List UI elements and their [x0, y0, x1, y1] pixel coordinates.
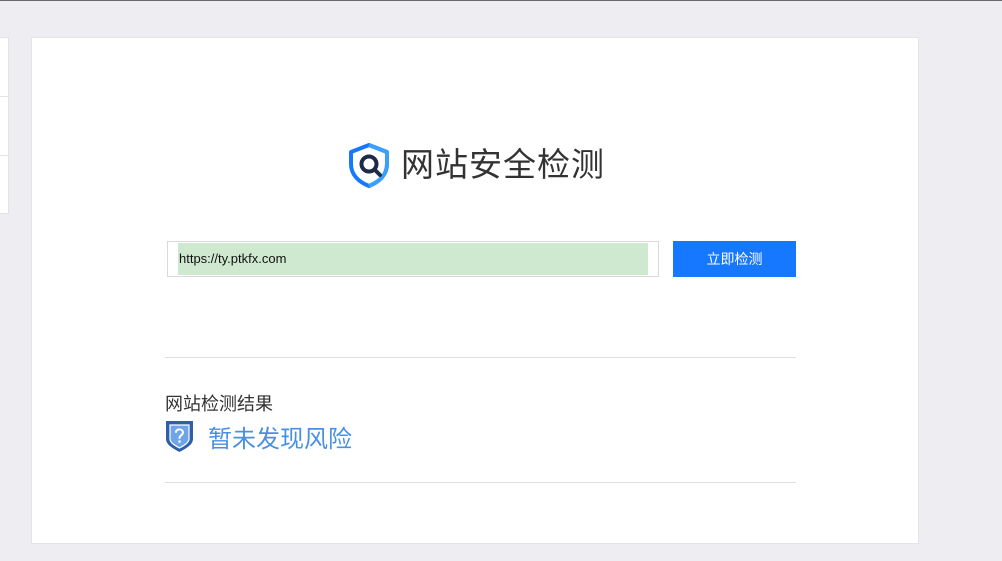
result-status-row: 暂未发现风险 — [165, 419, 352, 453]
page-title: 网站安全检测 — [401, 146, 605, 183]
divider-top — [165, 357, 796, 358]
left-panel-divider — [0, 155, 9, 156]
scan-now-button[interactable]: 立即检测 — [673, 241, 796, 277]
url-input-value: https://ty.ptkfx.com — [179, 251, 287, 266]
url-input[interactable]: https://ty.ptkfx.com — [178, 243, 648, 275]
shield-question-icon — [166, 421, 193, 452]
divider-bottom — [165, 482, 796, 483]
result-status-text: 暂未发现风险 — [208, 425, 352, 453]
left-panel-divider — [0, 96, 9, 97]
page-header: 网站安全检测 — [347, 142, 605, 188]
shield-search-icon — [349, 143, 389, 188]
url-input-field[interactable]: https://ty.ptkfx.com — [167, 241, 659, 277]
window-top-border — [0, 0, 1002, 1]
result-section-label: 网站检测结果 — [165, 394, 273, 414]
left-side-panel — [0, 37, 9, 214]
security-check-card: 网站安全检测 https://ty.ptkfx.com 立即检测 网站检测结果 … — [31, 37, 919, 544]
